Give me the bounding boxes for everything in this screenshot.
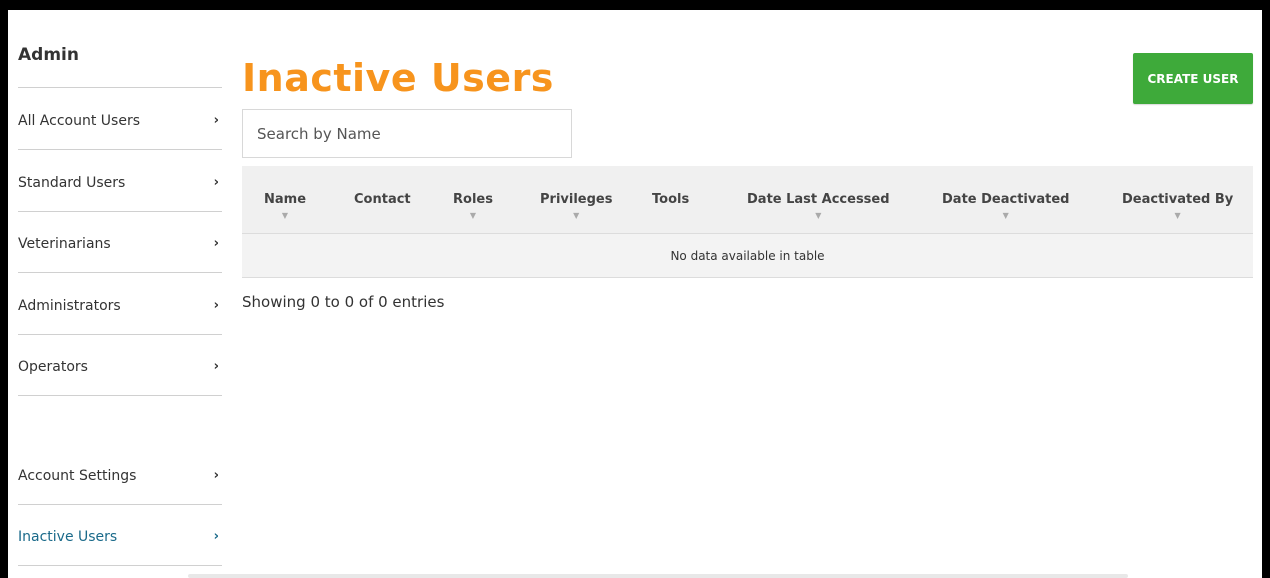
column-header-date-deactivated[interactable]: Date Deactivated ▼ xyxy=(942,192,1069,220)
sidebar-item-veterinarians[interactable]: Veterinarians › xyxy=(18,211,222,273)
column-header-privileges[interactable]: Privileges ▼ xyxy=(540,192,612,220)
table-header: Name ▼ Contact Roles ▼ Privileges ▼ Tool… xyxy=(242,166,1253,234)
sidebar-item-all-account-users[interactable]: All Account Users › xyxy=(18,88,222,150)
column-header-label: Date Deactivated xyxy=(942,192,1070,207)
column-header-label: Tools xyxy=(652,192,690,207)
sidebar-item-administrators[interactable]: Administrators › xyxy=(18,273,222,335)
sidebar-item-operators[interactable]: Operators › xyxy=(18,334,222,396)
empty-table-row: No data available in table xyxy=(242,234,1253,278)
column-header-name[interactable]: Name ▼ xyxy=(264,192,306,220)
chevron-right-icon: › xyxy=(213,468,219,483)
column-header-label: Deactivated By xyxy=(1122,192,1234,207)
table-info: Showing 0 to 0 of 0 entries xyxy=(242,293,445,311)
column-header-date-last-accessed[interactable]: Date Last Accessed ▼ xyxy=(747,192,890,220)
sort-arrow-icon: ▼ xyxy=(573,211,580,220)
sidebar-item-label: Standard Users xyxy=(18,175,126,191)
sort-arrow-icon: ▼ xyxy=(281,211,289,220)
horizontal-scrollbar[interactable] xyxy=(188,574,1128,578)
sidebar-title: Admin xyxy=(18,45,79,65)
column-header-label: Contact xyxy=(354,192,411,207)
chevron-right-icon: › xyxy=(213,175,219,190)
column-header-deactivated-by[interactable]: Deactivated By ▼ xyxy=(1122,192,1233,220)
chevron-right-icon: › xyxy=(213,359,219,374)
chevron-right-icon: › xyxy=(213,236,219,251)
column-header-label: Roles xyxy=(453,192,493,207)
empty-message: No data available in table xyxy=(670,248,825,263)
column-header-label: Name xyxy=(264,192,307,207)
column-header-roles[interactable]: Roles ▼ xyxy=(453,192,493,220)
sort-arrow-icon: ▼ xyxy=(815,211,822,220)
sidebar-item-account-settings[interactable]: Account Settings › xyxy=(18,443,222,505)
chevron-right-icon: › xyxy=(213,529,219,544)
column-header-label: Privileges xyxy=(540,192,613,207)
sidebar-item-label: Administrators xyxy=(18,298,121,314)
column-header-label: Date Last Accessed xyxy=(747,192,890,207)
sort-arrow-icon: ▼ xyxy=(1174,211,1181,220)
sort-arrow-icon: ▼ xyxy=(469,211,477,220)
app-window: Admin All Account Users › Standard Users… xyxy=(8,10,1262,578)
chevron-right-icon: › xyxy=(213,113,219,128)
page-title: Inactive Users xyxy=(242,56,554,100)
sidebar-item-label: Veterinarians xyxy=(18,236,111,252)
column-header-contact[interactable]: Contact xyxy=(354,192,411,207)
sidebar: Admin All Account Users › Standard Users… xyxy=(18,10,222,578)
chevron-right-icon: › xyxy=(213,298,219,313)
sidebar-item-label: All Account Users xyxy=(18,113,140,129)
sidebar-item-label: Inactive Users xyxy=(18,529,118,545)
column-header-tools[interactable]: Tools xyxy=(652,192,689,207)
sidebar-item-label: Operators xyxy=(18,359,88,375)
sidebar-item-label: Account Settings xyxy=(18,468,137,484)
sidebar-item-standard-users[interactable]: Standard Users › xyxy=(18,150,222,212)
search-input[interactable] xyxy=(242,109,572,158)
users-table: Name ▼ Contact Roles ▼ Privileges ▼ Tool… xyxy=(242,166,1253,278)
sort-arrow-icon: ▼ xyxy=(1002,211,1009,220)
create-user-button[interactable]: CREATE USER xyxy=(1133,53,1253,104)
sidebar-item-inactive-users[interactable]: Inactive Users › xyxy=(18,504,222,566)
